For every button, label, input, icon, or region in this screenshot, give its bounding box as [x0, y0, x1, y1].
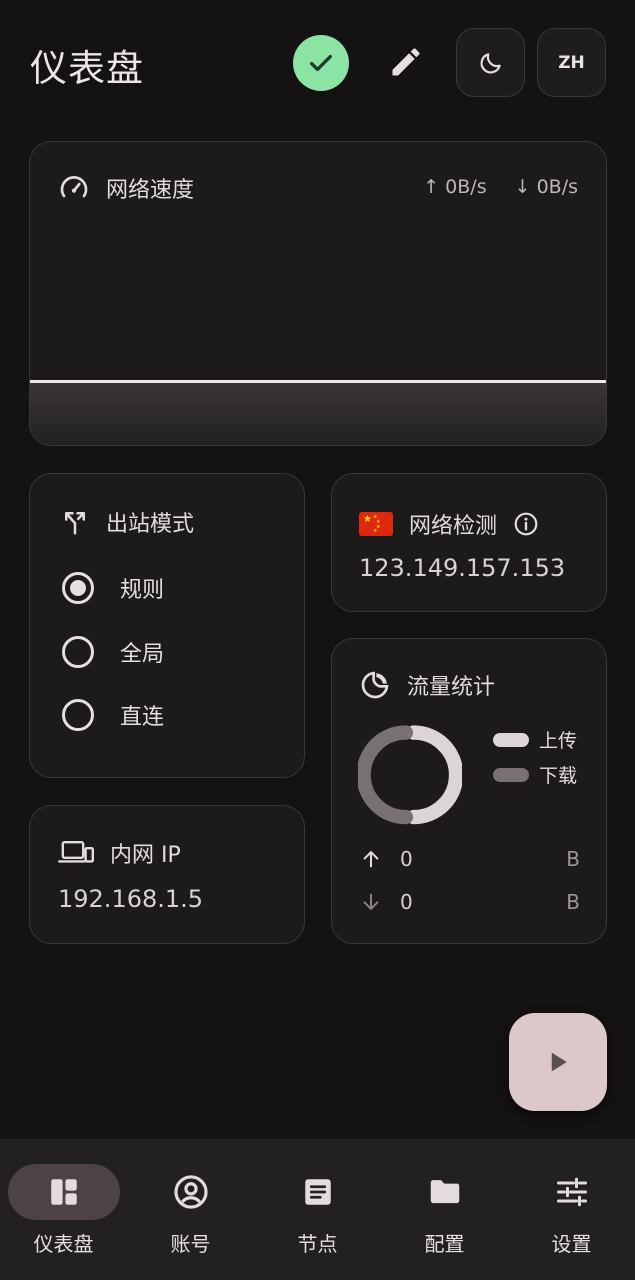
- edit-button[interactable]: [383, 39, 429, 85]
- nav-label: 配置: [424, 1232, 465, 1256]
- network-check-card: ★ ★ ★ ★ ★ 网络检测 123.149.157.153: [331, 473, 607, 612]
- legend-upload: 上传: [493, 726, 577, 753]
- page-title: 仪表盘: [30, 47, 144, 90]
- mode-option-rule[interactable]: 规则: [62, 572, 164, 604]
- pencil-icon: [392, 48, 420, 76]
- arrow-up-icon: [363, 851, 379, 868]
- mode-option-label: 全局: [120, 642, 165, 667]
- legend-download: 下载: [493, 761, 577, 788]
- china-flag-icon: ★ ★ ★ ★ ★: [359, 512, 393, 536]
- upload-total-unit: B: [566, 847, 580, 871]
- nav-pill[interactable]: [389, 1164, 501, 1220]
- download-total-row: 0 B: [360, 890, 580, 914]
- theme-toggle-button[interactable]: [456, 28, 525, 97]
- speed-rates: ↑ 0B/s ↓ 0B/s: [423, 176, 578, 198]
- donut-chart-icon: [361, 671, 389, 699]
- network-speed-card: 网络速度 ↑ 0B/s ↓ 0B/s: [29, 141, 607, 446]
- legend-download-swatch: [493, 767, 529, 782]
- speed-graph-area: [30, 383, 606, 445]
- mode-option-global[interactable]: 全局: [62, 636, 164, 668]
- network-check-header: ★ ★ ★ ★ ★ 网络检测: [359, 508, 539, 540]
- outbound-mode-title: 出站模式: [106, 512, 195, 537]
- info-icon[interactable]: [513, 511, 539, 537]
- devices-icon: [58, 841, 94, 863]
- mode-option-direct[interactable]: 直连: [62, 699, 164, 731]
- nav-item-config[interactable]: 配置: [381, 1139, 508, 1280]
- speedometer-icon: [60, 176, 88, 198]
- nav-label: 仪表盘: [33, 1232, 94, 1256]
- legend-upload-label: 上传: [539, 730, 578, 752]
- nav-label: 账号: [170, 1232, 211, 1256]
- nav-item-dashboard[interactable]: 仪表盘: [0, 1139, 127, 1280]
- play-icon: [551, 1052, 567, 1072]
- lan-ip-header: 内网 IP: [58, 837, 181, 869]
- download-total-value: 0: [400, 890, 413, 914]
- lan-ip-title: 内网 IP: [110, 843, 181, 868]
- nav-pill[interactable]: [262, 1164, 374, 1220]
- network-speed-header: 网络速度: [58, 172, 194, 204]
- nav-pill[interactable]: [8, 1164, 120, 1220]
- traffic-stats-title: 流量统计: [407, 675, 496, 700]
- arrow-down-icon: [363, 893, 379, 910]
- download-segment: [358, 725, 414, 825]
- nav-item-account[interactable]: 账号: [127, 1139, 254, 1280]
- upload-total-value: 0: [400, 847, 413, 871]
- network-speed-title: 网络速度: [106, 178, 195, 203]
- nav-pill[interactable]: [135, 1164, 247, 1220]
- outbound-mode-card: 出站模式 规则 全局 直连: [29, 473, 305, 778]
- mode-option-label: 规则: [120, 578, 165, 603]
- nav-item-nodes[interactable]: 节点: [254, 1139, 381, 1280]
- dashboard-icon: [51, 1179, 77, 1205]
- radio-unselected[interactable]: [62, 699, 94, 731]
- legend-upload-swatch: [493, 732, 529, 747]
- account-icon: [174, 1175, 208, 1209]
- nav-label: 设置: [551, 1232, 592, 1256]
- download-rate: ↓ 0B/s: [514, 176, 578, 198]
- legend-download-label: 下载: [539, 765, 578, 787]
- radio-selected[interactable]: [62, 572, 94, 604]
- moon-icon: [480, 52, 501, 73]
- nodes-icon: [305, 1179, 331, 1205]
- nav-pill[interactable]: [516, 1164, 628, 1220]
- traffic-stats-card: 流量统计 上传 下载 0 B 0 B: [331, 638, 607, 944]
- lan-ip-value: 192.168.1.5: [58, 885, 204, 913]
- public-ip-value: 123.149.157.153: [359, 554, 566, 582]
- upload-rate: ↑ 0B/s: [423, 176, 487, 198]
- network-check-title: 网络检测: [409, 514, 498, 539]
- upload-segment: [406, 725, 462, 825]
- route-split-icon: [65, 512, 85, 535]
- nav-item-settings[interactable]: 设置: [508, 1139, 635, 1280]
- traffic-donut-chart: [358, 725, 462, 825]
- check-icon: [310, 54, 332, 72]
- traffic-stats-header: 流量统计: [359, 669, 495, 701]
- lan-ip-card: 内网 IP 192.168.1.5: [29, 805, 305, 944]
- settings-sliders-icon: [557, 1177, 587, 1207]
- upload-total-row: 0 B: [360, 847, 580, 871]
- connection-status-button[interactable]: [293, 35, 349, 91]
- bottom-navigation: 仪表盘 账号 节点 配置 设置: [0, 1139, 635, 1280]
- mode-option-label: 直连: [120, 705, 165, 730]
- language-button[interactable]: ZH: [537, 28, 606, 97]
- outbound-mode-header: 出站模式: [60, 506, 194, 538]
- nav-label: 节点: [297, 1232, 338, 1256]
- start-button[interactable]: [509, 1013, 607, 1111]
- folder-icon: [430, 1180, 460, 1204]
- download-total-unit: B: [566, 890, 580, 914]
- radio-unselected[interactable]: [62, 636, 94, 668]
